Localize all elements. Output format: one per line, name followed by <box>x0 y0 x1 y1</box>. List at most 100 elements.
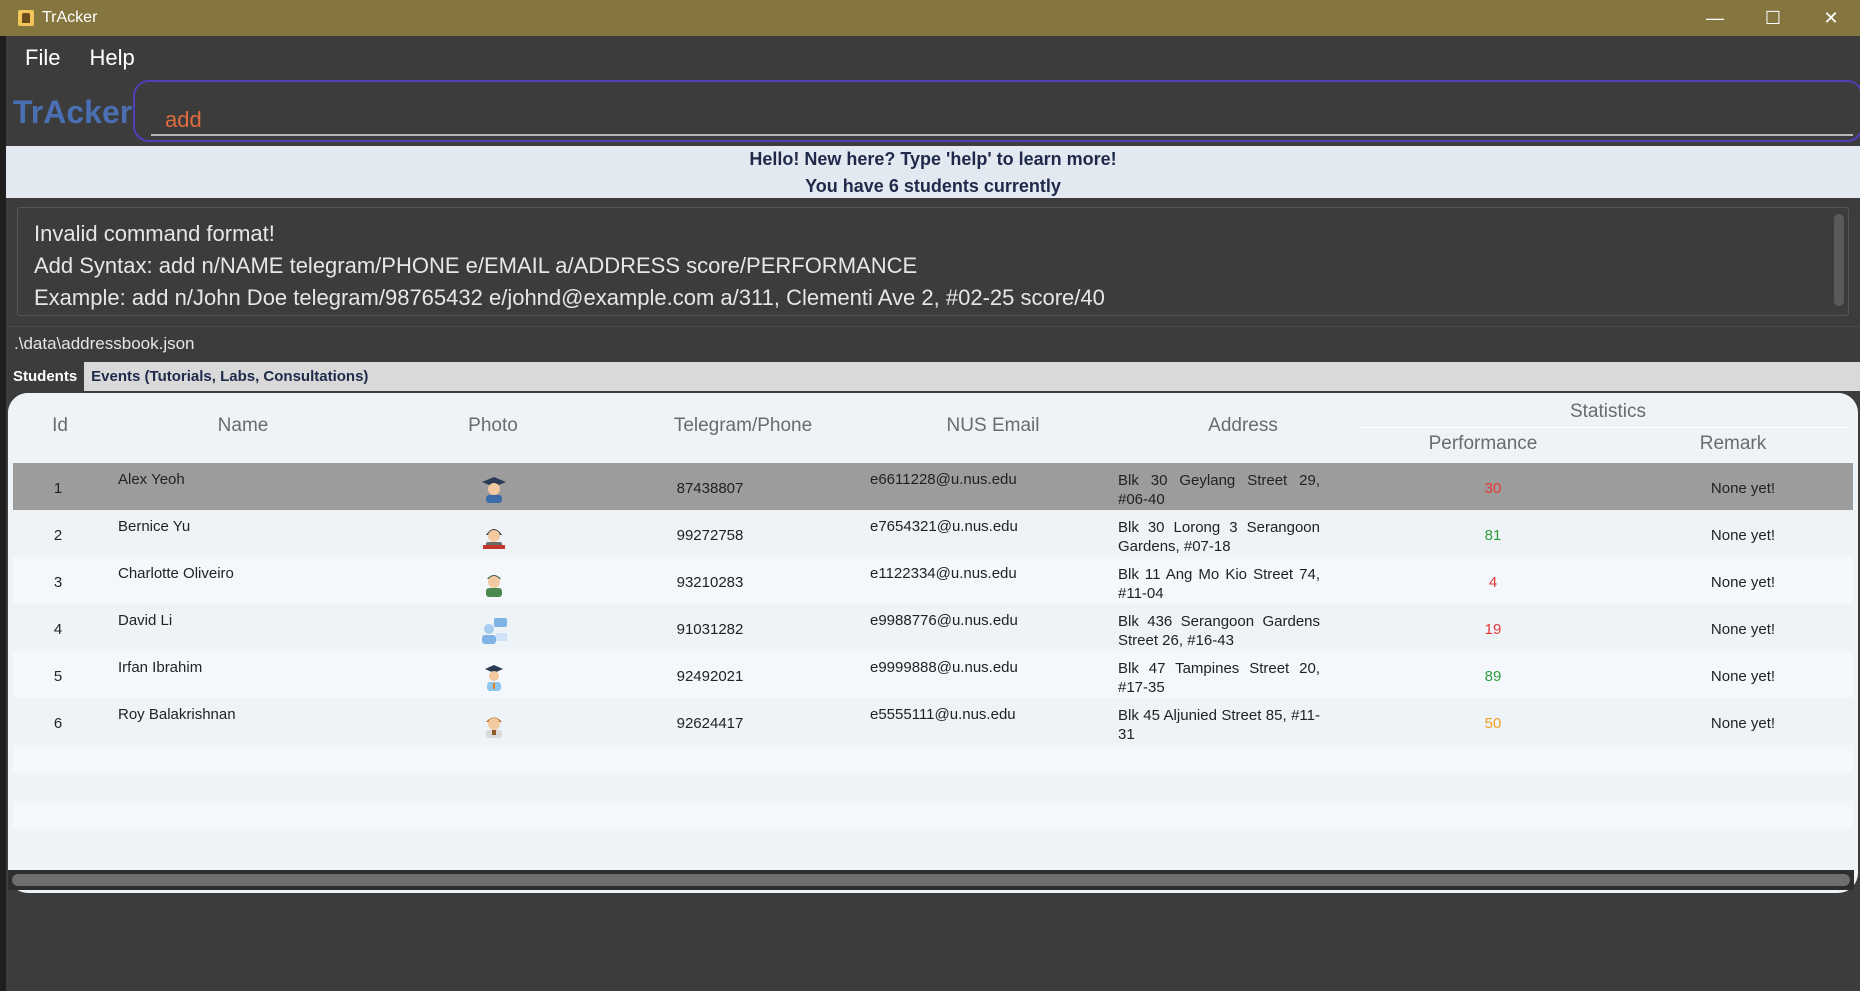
column-address[interactable]: Address <box>1108 415 1378 437</box>
row-email: e7654321@u.nus.edu <box>870 518 1018 535</box>
teacher-chat-avatar-icon <box>482 618 507 644</box>
tab-students[interactable]: Students <box>6 362 85 391</box>
row-id: 1 <box>53 480 63 497</box>
student-reading-avatar-icon <box>483 529 505 549</box>
row-email: e1122334@u.nus.edu <box>870 565 1017 582</box>
close-icon[interactable]: ✕ <box>1802 0 1860 36</box>
column-performance[interactable]: Performance <box>1358 433 1608 455</box>
maximize-icon[interactable]: ☐ <box>1744 0 1802 36</box>
row-performance: 81 <box>1484 527 1502 544</box>
row-address: Blk 45 Aljunied Street 85, #11-31 <box>1118 707 1320 743</box>
column-remark[interactable]: Remark <box>1608 433 1858 455</box>
row-address: Blk 11 Ang Mo Kio Street 74, #11-04 <box>1118 566 1320 602</box>
result-display[interactable]: Invalid command format! Add Syntax: add … <box>17 207 1849 316</box>
table-header: Id Name Photo Telegram/Phone NUS Email A… <box>8 393 1858 463</box>
row-phone: 99272758 <box>676 527 744 544</box>
row-email: e9999888@u.nus.edu <box>870 659 1018 676</box>
boy-student-avatar-icon <box>486 717 502 738</box>
table-row[interactable]: 6 Roy Balakrishnan 92624417 e5555111@u.n… <box>13 698 1853 745</box>
row-phone: 92624417 <box>676 715 744 732</box>
status-bar-path: .\data\addressbook.json <box>6 326 1860 360</box>
row-performance: 19 <box>1484 621 1502 638</box>
column-email[interactable]: NUS Email <box>858 415 1128 437</box>
row-phone: 93210283 <box>676 574 744 591</box>
row-address: Blk 47 Tampines Street 20, #17-35 <box>1118 660 1320 696</box>
row-address: Blk 30 Geylang Street 29, #06-40 <box>1118 472 1320 508</box>
window-controls: — ☐ ✕ <box>1686 0 1860 36</box>
table-horizontal-scrollbar[interactable] <box>8 870 1854 890</box>
column-name[interactable]: Name <box>108 415 378 437</box>
app-icon <box>18 10 34 26</box>
row-name: Alex Yeoh <box>118 471 185 488</box>
app-logo-text: TrAcker <box>13 94 133 130</box>
minimize-icon[interactable]: — <box>1686 0 1744 36</box>
result-scrollbar[interactable] <box>1834 214 1844 306</box>
row-remark: None yet! <box>1710 668 1776 685</box>
row-address: Blk 436 Serangoon Gardens Street 26, #16… <box>1118 613 1320 649</box>
row-name: Irfan Ibrahim <box>118 659 203 676</box>
row-id: 3 <box>53 574 63 591</box>
students-table: Id Name Photo Telegram/Phone NUS Email A… <box>8 393 1858 893</box>
command-box[interactable] <box>133 80 1860 142</box>
row-id: 5 <box>53 668 63 685</box>
table-row[interactable]: 1 Alex Yeoh 87438807 e6611228@u.nus.edu … <box>13 463 1853 510</box>
table-row[interactable]: 5 Irfan Ibrahim 92492021 e9999888@u.nus.… <box>13 651 1853 698</box>
row-performance: 4 <box>1488 574 1498 591</box>
row-performance: 89 <box>1484 668 1502 685</box>
scrollbar-thumb[interactable] <box>12 874 1850 886</box>
row-performance: 30 <box>1484 480 1502 497</box>
welcome-banner: Hello! New here? Type 'help' to learn mo… <box>6 146 1860 198</box>
statistics-divider <box>1358 427 1850 428</box>
app-window: TrAcker — ☐ ✕ File Help TrAcker Hello! N… <box>0 0 1860 991</box>
row-email: e9988776@u.nus.edu <box>870 612 1018 629</box>
row-name: Charlotte Oliveiro <box>118 565 234 582</box>
bottom-area <box>6 893 1860 991</box>
tab-bar: Students Events (Tutorials, Labs, Consul… <box>6 362 1860 391</box>
table-row[interactable]: 3 Charlotte Oliveiro 93210283 e1122334@u… <box>13 557 1853 604</box>
empty-row <box>13 773 1853 801</box>
row-remark: None yet! <box>1710 621 1776 638</box>
row-email: e6611228@u.nus.edu <box>870 471 1017 488</box>
window-title: TrAcker <box>42 9 98 26</box>
command-input[interactable] <box>135 82 1860 140</box>
empty-row <box>13 829 1853 857</box>
row-id: 2 <box>53 527 63 544</box>
row-id: 4 <box>53 621 63 638</box>
row-performance: 50 <box>1484 715 1502 732</box>
graduate-avatar-icon <box>482 477 506 503</box>
column-photo[interactable]: Photo <box>358 415 628 437</box>
table-row[interactable]: 4 David Li 91031282 e9988776@u.nus.edu B… <box>13 604 1853 651</box>
student-count-line: You have 6 students currently <box>805 176 1061 196</box>
row-name: David Li <box>118 612 173 629</box>
menu-bar: File Help <box>6 36 1860 80</box>
result-syntax-line: Add Syntax: add n/NAME telegram/PHONE e/… <box>34 253 918 278</box>
tab-events[interactable]: Events (Tutorials, Labs, Consultations) <box>84 362 375 391</box>
row-remark: None yet! <box>1710 715 1776 732</box>
command-underline <box>151 134 1853 136</box>
menu-file[interactable]: File <box>25 45 60 71</box>
row-remark: None yet! <box>1710 480 1776 497</box>
table-row[interactable]: 2 Bernice Yu 99272758 e7654321@u.nus.edu… <box>13 510 1853 557</box>
welcome-line: Hello! New here? Type 'help' to learn mo… <box>749 149 1117 169</box>
row-phone: 92492021 <box>676 668 744 685</box>
result-error-line: Invalid command format! <box>34 221 275 246</box>
menu-help[interactable]: Help <box>89 45 134 71</box>
row-name: Roy Balakrishnan <box>118 706 236 723</box>
student-avatar-icon <box>486 575 502 597</box>
scholar-avatar-icon <box>485 665 503 691</box>
title-bar: TrAcker — ☐ ✕ <box>0 0 1860 36</box>
empty-row <box>13 745 1853 773</box>
row-email: e5555111@u.nus.edu <box>870 706 1016 723</box>
row-id: 6 <box>53 715 63 732</box>
row-phone: 87438807 <box>676 480 744 497</box>
result-example-line: Example: add n/John Doe telegram/9876543… <box>34 285 1105 310</box>
row-remark: None yet! <box>1710 574 1776 591</box>
row-address: Blk 30 Lorong 3 Serangoon Gardens, #07-1… <box>1118 519 1320 555</box>
row-phone: 91031282 <box>676 621 744 638</box>
column-id[interactable]: Id <box>30 415 90 437</box>
command-row: TrAcker <box>6 80 1860 146</box>
column-phone[interactable]: Telegram/Phone <box>608 415 878 437</box>
row-remark: None yet! <box>1710 527 1776 544</box>
row-name: Bernice Yu <box>118 518 191 535</box>
empty-row <box>13 801 1853 829</box>
